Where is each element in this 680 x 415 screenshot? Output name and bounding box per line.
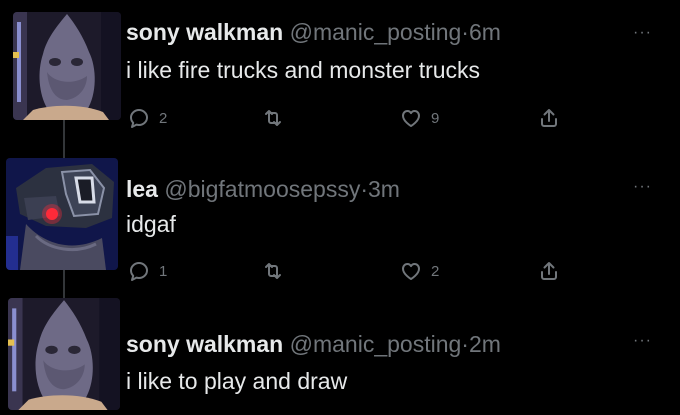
tweet-actions: 1 2 — [127, 256, 567, 286]
timestamp[interactable]: 2m — [469, 331, 501, 357]
reply-icon — [130, 109, 148, 128]
like-count: 2 — [431, 262, 440, 280]
tweet-thread: sony walkman @manic_posting·6m ··· i lik… — [0, 0, 680, 415]
username[interactable]: @bigfatmoosepssy — [164, 176, 360, 202]
tweet-text: idgaf — [126, 211, 176, 237]
share-icon — [541, 262, 557, 280]
more-options-icon[interactable]: ··· — [633, 24, 652, 42]
separator: · — [461, 331, 469, 357]
like-button[interactable]: 9 — [399, 103, 439, 133]
tweet-header: sony walkman @manic_posting·2m — [126, 330, 501, 358]
separator: · — [360, 176, 368, 202]
display-name[interactable]: sony walkman — [126, 331, 283, 357]
avatar[interactable] — [8, 298, 120, 410]
tweet-text: i like fire trucks and monster trucks — [126, 57, 481, 83]
timestamp[interactable]: 6m — [469, 19, 501, 45]
tweet-text: i like to play and draw — [126, 368, 348, 394]
username[interactable]: @manic_posting — [290, 19, 462, 45]
reply-count: 2 — [159, 109, 168, 127]
avatar-image — [13, 12, 121, 120]
avatar-image — [6, 158, 118, 270]
avatar[interactable] — [6, 158, 118, 270]
retweet-icon — [265, 263, 281, 279]
share-button[interactable] — [537, 103, 561, 133]
heart-icon — [402, 110, 420, 127]
display-name[interactable]: lea — [126, 176, 158, 202]
display-name[interactable]: sony walkman — [126, 19, 283, 45]
retweet-button[interactable] — [261, 103, 293, 133]
timestamp[interactable]: 3m — [368, 176, 400, 202]
avatar[interactable] — [13, 12, 121, 120]
tweet[interactable]: sony walkman @manic_posting·2m ··· i lik… — [0, 290, 680, 415]
share-icon — [541, 109, 557, 127]
tweet[interactable]: lea @bigfatmoosepssy·3m ··· idgaf 1 2 — [0, 150, 680, 290]
more-options-icon[interactable]: ··· — [633, 332, 652, 350]
share-button[interactable] — [537, 256, 561, 286]
username[interactable]: @manic_posting — [290, 331, 462, 357]
reply-icon — [130, 262, 148, 281]
tweet-header: lea @bigfatmoosepssy·3m — [126, 175, 400, 203]
heart-icon — [402, 263, 420, 280]
retweet-icon — [265, 110, 281, 126]
reply-count: 1 — [159, 262, 168, 280]
tweet-actions: 2 9 — [127, 103, 567, 133]
reply-button[interactable]: 1 — [127, 256, 167, 286]
reply-button[interactable]: 2 — [127, 103, 167, 133]
separator: · — [461, 19, 469, 45]
like-count: 9 — [431, 109, 440, 127]
more-options-icon[interactable]: ··· — [633, 178, 652, 196]
tweet[interactable]: sony walkman @manic_posting·6m ··· i lik… — [0, 0, 680, 150]
tweet-header: sony walkman @manic_posting·6m — [126, 18, 501, 46]
retweet-button[interactable] — [261, 256, 293, 286]
like-button[interactable]: 2 — [399, 256, 439, 286]
avatar-image — [8, 298, 120, 410]
